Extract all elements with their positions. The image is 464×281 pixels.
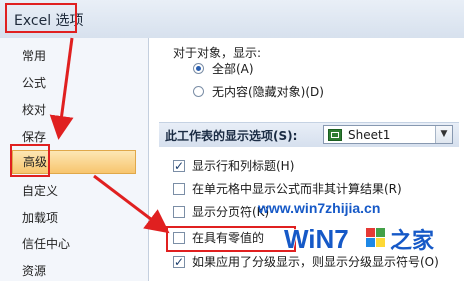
radio-label: 无内容(隐藏对象)(D)	[212, 85, 324, 99]
radio-label: 全部(A)	[212, 62, 254, 76]
check-label: 在单元格中显示公式而非其计算结果(R)	[192, 182, 402, 196]
sheet-select[interactable]: Sheet1 ▼	[323, 125, 453, 144]
checkbox[interactable]	[173, 206, 185, 218]
chevron-down-icon[interactable]: ▼	[435, 126, 452, 143]
title-annotation-box	[5, 3, 77, 33]
checkbox[interactable]	[173, 156, 185, 176]
sheet-select-value: Sheet1	[348, 128, 391, 142]
options-nav: 常用 公式 校对 保存 高级 自定义 加载项 信任中心 资源	[0, 38, 149, 281]
sheet-section-label: 此工作表的显示选项(S):	[165, 129, 298, 143]
nav-item-resources[interactable]: 资源	[22, 261, 46, 281]
nav-item-common[interactable]: 常用	[22, 46, 46, 66]
nav-item-addins[interactable]: 加载项	[22, 208, 58, 228]
nav-item-proofing[interactable]: 校对	[22, 100, 46, 120]
check-label: 显示行和列标题(H)	[192, 159, 295, 173]
watermark-url: www.win7zhijia.cn	[258, 200, 381, 216]
objects-heading: 对于对象，显示:	[173, 46, 262, 60]
check-show-page-breaks[interactable]: 显示分页符(K)	[173, 202, 269, 222]
svg-text:WiN7: WiN7	[284, 224, 349, 254]
radio-hide-objects[interactable]: 无内容(隐藏对象)(D)	[193, 83, 324, 101]
nav-annotation-box	[10, 144, 50, 177]
nav-item-formulas[interactable]: 公式	[22, 73, 46, 93]
nav-item-customize[interactable]: 自定义	[22, 181, 58, 201]
excel-sheet-icon	[328, 129, 342, 141]
zero-value-annotation-box	[166, 226, 296, 252]
radio-show-all[interactable]: 全部(A)	[193, 60, 254, 78]
radio-button[interactable]	[193, 63, 204, 74]
radio-button[interactable]	[193, 86, 204, 97]
checkbox[interactable]	[173, 183, 185, 195]
watermark-logo: WiN7 之家	[283, 223, 436, 255]
title-bar: Excel 选项	[0, 0, 464, 39]
sheet-display-section: 此工作表的显示选项(S): Sheet1 ▼	[159, 122, 459, 147]
svg-text:之家: 之家	[390, 228, 435, 254]
check-show-headers[interactable]: 显示行和列标题(H)	[173, 156, 294, 176]
check-show-formulas[interactable]: 在单元格中显示公式而非其计算结果(R)	[173, 179, 402, 199]
checkbox[interactable]	[173, 252, 185, 272]
nav-item-trust-center[interactable]: 信任中心	[22, 234, 70, 254]
